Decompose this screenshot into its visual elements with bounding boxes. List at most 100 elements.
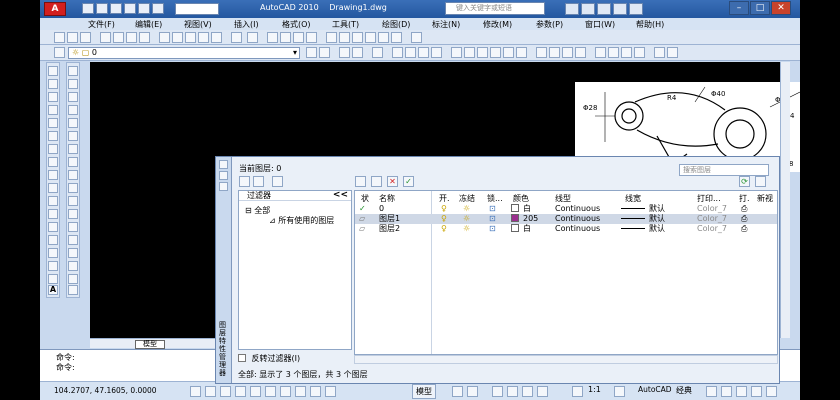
polygon-tool-icon[interactable] [48,105,58,115]
printer-icon[interactable]: ⎙ [741,204,747,214]
rectangle-tool-icon[interactable] [48,118,58,128]
layer-states-icon[interactable] [339,47,350,58]
point-tool-icon[interactable] [48,235,58,245]
break-at-point-tool-icon[interactable] [68,209,78,219]
hardware-acceleration-icon[interactable] [721,386,732,397]
revcloud-tool-icon[interactable] [48,157,58,167]
mirror-tool-icon[interactable] [68,92,78,102]
join-tool-icon[interactable] [68,235,78,245]
layer-walk-icon[interactable] [372,47,383,58]
snap-mode-icon[interactable] [190,386,201,397]
layer-color[interactable]: 205 [511,214,538,224]
properties-icon[interactable] [326,32,337,43]
tool-palettes-icon[interactable] [352,32,363,43]
filter-node-used-layers[interactable]: ⊿ 所有使用的图层 [269,215,334,226]
layer-color[interactable]: 白 [511,204,531,214]
stretch-tool-icon[interactable] [68,170,78,180]
annotation-scale[interactable]: 1:1 [588,385,601,394]
object-snap-icon[interactable] [250,386,261,397]
menu-edit[interactable]: 编辑(E) [135,19,162,30]
close-icon[interactable]: ✕ [771,1,791,15]
layer-row[interactable]: ✓ 0 ♀ ☼ ⊡ 白 Continuous 默认 Color_7 ⎙ [355,204,777,214]
column-header-color[interactable]: 颜色 [513,193,529,204]
chamfer-tool-icon[interactable] [68,248,78,258]
column-header-new-vp-freeze[interactable]: 新视 [757,193,773,204]
dynamic-ucs-icon[interactable] [280,386,291,397]
layer-manager-icon[interactable] [54,47,65,58]
zoom-window-icon[interactable] [293,32,304,43]
isolate-objects-icon[interactable] [736,386,747,397]
rectangle-icon[interactable] [503,47,514,58]
save-icon[interactable] [110,3,122,14]
print-icon[interactable] [100,32,111,43]
menu-view[interactable]: 视图(V) [184,19,212,30]
blend-tool-icon[interactable] [68,274,78,284]
quick-view-drawings-icon[interactable] [467,386,478,397]
layer-row[interactable]: ▱ 图层1 ♀ ☼ ⊡ 205 Continuous 默认 Color_7 ⎙ [355,214,777,224]
workspace-combo[interactable] [175,3,219,15]
hatch-tool-icon[interactable] [48,248,58,258]
erase-icon[interactable] [392,47,403,58]
arc-icon[interactable] [516,47,527,58]
menu-modify[interactable]: 修改(M) [483,19,512,30]
menu-dimension[interactable]: 标注(N) [432,19,460,30]
showmotion-icon[interactable] [537,386,548,397]
help-icon[interactable] [411,32,422,43]
column-header-lock[interactable]: 锁... [487,193,503,204]
status-bar-menu-icon[interactable] [751,386,762,397]
layer-lineweight[interactable]: 默认 [621,204,665,214]
model-tab[interactable]: 模型 [135,340,165,349]
make-current-layer-icon[interactable] [306,47,317,58]
zoom-previous-icon[interactable] [306,32,317,43]
column-header-freeze[interactable]: 冻结 [459,193,475,204]
copy-object-icon[interactable] [405,47,416,58]
lock-icon[interactable] [706,386,717,397]
region-icon[interactable] [621,47,632,58]
collapse-filter-button[interactable]: << [333,190,348,200]
set-current-icon[interactable]: ✓ [403,176,414,187]
help-search-input[interactable]: 键入关键字或短语 [445,2,545,15]
scale-tool-icon[interactable] [68,157,78,167]
model-space-button[interactable]: 模型 [412,384,436,399]
column-header-linetype[interactable]: 线型 [555,193,571,204]
block-editor-icon[interactable] [211,32,222,43]
filter-node-all[interactable]: ⊟ 全部 [245,205,270,216]
checkbox-icon[interactable] [238,354,246,362]
menu-window[interactable]: 窗口(W) [585,19,615,30]
zoom-icon[interactable] [507,386,518,397]
explode-tool-icon[interactable] [68,285,78,295]
undo-icon[interactable] [138,3,150,14]
design-center-icon[interactable] [339,32,350,43]
offset-icon[interactable] [431,47,442,58]
coordinate-readout[interactable]: 104.2707, 47.1605, 0.0000 [54,386,157,395]
qnew-icon[interactable] [54,32,65,43]
layer-name[interactable]: 图层2 [379,224,400,234]
clean-screen-icon[interactable] [766,386,777,397]
array-tool-icon[interactable] [68,118,78,128]
redo-icon[interactable] [247,32,258,43]
steering-wheel-icon[interactable] [522,386,533,397]
unlock-icon[interactable]: ⊡ [489,224,496,234]
lightbulb-icon[interactable]: ♀ [441,224,447,234]
construction-line-icon[interactable] [464,47,475,58]
new-property-filter-icon[interactable] [239,176,250,187]
lineweight-icon[interactable] [310,386,321,397]
ellipse-tool-icon[interactable] [48,183,58,193]
open-file-icon[interactable] [96,3,108,14]
polyline-icon[interactable] [477,47,488,58]
workspace-switch[interactable]: 经典 [676,385,692,396]
erase-tool-icon[interactable] [68,66,78,76]
quickcalc-icon[interactable] [391,32,402,43]
sun-icon[interactable]: ☼ [463,214,470,224]
menu-file[interactable]: 文件(F) [88,19,115,30]
layer-list-horizontal-scrollbar[interactable] [354,355,778,364]
sun-icon[interactable]: ☼ [463,204,470,214]
unlock-icon[interactable]: ⊡ [489,204,496,214]
undo-icon[interactable] [231,32,242,43]
3d-dwf-icon[interactable] [139,32,150,43]
lightbulb-icon[interactable]: ♀ [441,214,447,224]
new-group-filter-icon[interactable] [253,176,264,187]
insert-block-tool-icon[interactable] [48,209,58,219]
refresh-icon[interactable]: ⟳ [739,176,750,187]
grid-display-icon[interactable] [205,386,216,397]
